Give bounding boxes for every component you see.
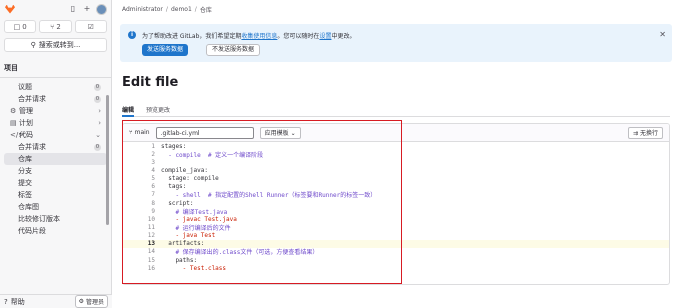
close-icon[interactable]: ✕ bbox=[659, 30, 666, 39]
issues-count-button[interactable]: □ 0 bbox=[4, 20, 37, 33]
help-button[interactable]: ? 帮助 bbox=[4, 297, 75, 307]
sidebar-item-label: 代码 bbox=[19, 131, 33, 139]
sidebar-item[interactable]: ⚙ 管理 › bbox=[4, 105, 107, 117]
sidebar-item[interactable]: 议题 0 bbox=[4, 81, 107, 93]
sidebar-item[interactable]: 代码片段 bbox=[4, 225, 107, 237]
sidebar-item-label: 标签 bbox=[18, 191, 32, 199]
send-service-data-button[interactable]: 发送服务数据 bbox=[142, 44, 189, 56]
count-badge: 0 bbox=[94, 83, 101, 91]
sidebar-item-label: 计划 bbox=[19, 119, 33, 127]
count-badge: 0 bbox=[94, 143, 101, 151]
help-icon: ? bbox=[4, 297, 8, 306]
sidebar-item-label: 代码片段 bbox=[18, 227, 46, 235]
sidebar-item-label: 管理 bbox=[19, 107, 33, 115]
breadcrumb-item[interactable]: Administrator bbox=[122, 6, 163, 13]
highlight-annotation-box bbox=[122, 120, 402, 284]
sidebar-item-label: 合并请求 bbox=[18, 95, 46, 103]
sidebar-item[interactable]: 标签 bbox=[4, 189, 107, 201]
help-label: 帮助 bbox=[10, 297, 25, 306]
breadcrumb-item[interactable]: 仓库 bbox=[200, 5, 212, 14]
nav-list: 议题 0 合并请求 0 ⚙ 管理 › ▤ 计划 › </> 代码 ⌄ 合并请求 0 仓库分支提交标签仓库图比较… bbox=[0, 81, 111, 237]
settings-link[interactable]: 设置 bbox=[319, 33, 331, 40]
gitlab-logo-icon[interactable] bbox=[4, 4, 16, 15]
issues-icon: □ bbox=[13, 22, 21, 31]
sidebar-item[interactable]: 仓库图 bbox=[4, 201, 107, 213]
sidebar-scrollbar[interactable] bbox=[106, 95, 109, 225]
dont-send-service-data-button[interactable]: 不发送服务数据 bbox=[206, 44, 261, 56]
sidebar-item-label: 仓库图 bbox=[18, 203, 39, 211]
nav-icon: ▤ bbox=[10, 119, 17, 127]
breadcrumb-separator: / bbox=[194, 5, 197, 13]
counts-row: □ 0 ⑂ 2 ☑ bbox=[0, 18, 111, 35]
merge-request-icon: ⑂ bbox=[50, 22, 55, 31]
chevron-icon: › bbox=[98, 107, 101, 115]
alert-text: 为了帮助改进 GitLab，我们希望定期 bbox=[142, 33, 242, 40]
sidebar-item[interactable]: ▤ 计划 › bbox=[4, 117, 107, 129]
usage-info-link[interactable]: 收集使用信息 bbox=[241, 33, 277, 40]
admin-area-button[interactable]: ⚙ 管理员 bbox=[74, 295, 108, 308]
service-ping-alert: i 为了帮助改进 GitLab，我们希望定期收集使用信息。您可以随时在设置中更改… bbox=[120, 24, 672, 62]
sidebar-item-label: 提交 bbox=[18, 179, 32, 187]
sidebar-header: ▯ + bbox=[0, 0, 111, 18]
admin-label: 管理员 bbox=[85, 299, 104, 306]
sidebar-item[interactable]: 合并请求 0 bbox=[4, 141, 107, 153]
alert-message: 为了帮助改进 GitLab，我们希望定期收集使用信息。您可以随时在设置中更改。 bbox=[142, 31, 355, 40]
search-button[interactable]: ⚲ 搜索或转到... bbox=[4, 38, 107, 52]
chevron-icon: ⌄ bbox=[95, 131, 101, 139]
new-item-icon[interactable]: + bbox=[82, 4, 92, 14]
sidebar-item-label: 仓库 bbox=[18, 155, 32, 163]
wrap-label: 无换行 bbox=[639, 129, 658, 137]
tab-edit[interactable]: 编辑 bbox=[122, 103, 135, 117]
sidebar-item[interactable]: 比较修订版本 bbox=[4, 213, 107, 225]
alert-text: 中更改。 bbox=[331, 33, 356, 40]
tab-preview-changes[interactable]: 预览更改 bbox=[146, 103, 170, 117]
project-section-label: 项目 bbox=[0, 55, 111, 78]
sidebar-item-label: 议题 bbox=[18, 83, 32, 91]
breadcrumb-item[interactable]: demo1 bbox=[171, 6, 192, 13]
issues-count: 0 bbox=[22, 22, 27, 31]
search-icon: ⚲ bbox=[30, 41, 36, 49]
alert-text: 。您可以随时在 bbox=[277, 33, 320, 40]
merge-requests-count-button[interactable]: ⑂ 2 bbox=[39, 20, 72, 33]
breadcrumb-separator: / bbox=[165, 5, 168, 13]
info-icon: i bbox=[128, 31, 136, 39]
wrap-icon: ⇉ bbox=[633, 129, 640, 137]
sidebar-item[interactable]: </> 代码 ⌄ bbox=[4, 129, 107, 141]
sidebar-item[interactable]: 合并请求 0 bbox=[4, 93, 107, 105]
avatar[interactable] bbox=[96, 3, 107, 15]
todo-icon: ☑ bbox=[87, 22, 94, 31]
sidebar-item-label: 合并请求 bbox=[18, 143, 46, 151]
search-label: 搜索或转到... bbox=[38, 41, 81, 49]
sidebar-item-label: 分支 bbox=[18, 167, 32, 175]
count-badge: 0 bbox=[94, 95, 101, 103]
sidebar-item-label: 比较修订版本 bbox=[18, 215, 60, 223]
nav-icon: ⚙ bbox=[10, 107, 17, 115]
todos-button[interactable]: ☑ bbox=[74, 20, 107, 33]
editor-tabs: 编辑 预览更改 bbox=[122, 103, 670, 117]
admin-icon: ⚙ bbox=[78, 298, 84, 305]
left-sidebar: ▯ + □ 0 ⑂ 2 ☑ ⚲ 搜索或转到... 项目 议题 0 合并请求 0 ⚙ 管理 › ▤ 计划… bbox=[0, 0, 112, 308]
nav-icon: </> bbox=[10, 131, 25, 139]
sidebar-toggle-icon[interactable]: ▯ bbox=[68, 4, 78, 14]
breadcrumb: Administrator / demo1/ 仓库 bbox=[112, 0, 680, 18]
sidebar-item[interactable]: 仓库 bbox=[4, 153, 107, 165]
sidebar-item[interactable]: 提交 bbox=[4, 177, 107, 189]
soft-wrap-toggle[interactable]: ⇉ 无换行 bbox=[628, 126, 663, 139]
chevron-icon: › bbox=[98, 119, 101, 127]
sidebar-footer: ? 帮助 ⚙ 管理员 bbox=[0, 294, 112, 308]
mr-count: 2 bbox=[56, 22, 61, 31]
page-title: Edit file bbox=[122, 75, 179, 90]
sidebar-item[interactable]: 分支 bbox=[4, 165, 107, 177]
